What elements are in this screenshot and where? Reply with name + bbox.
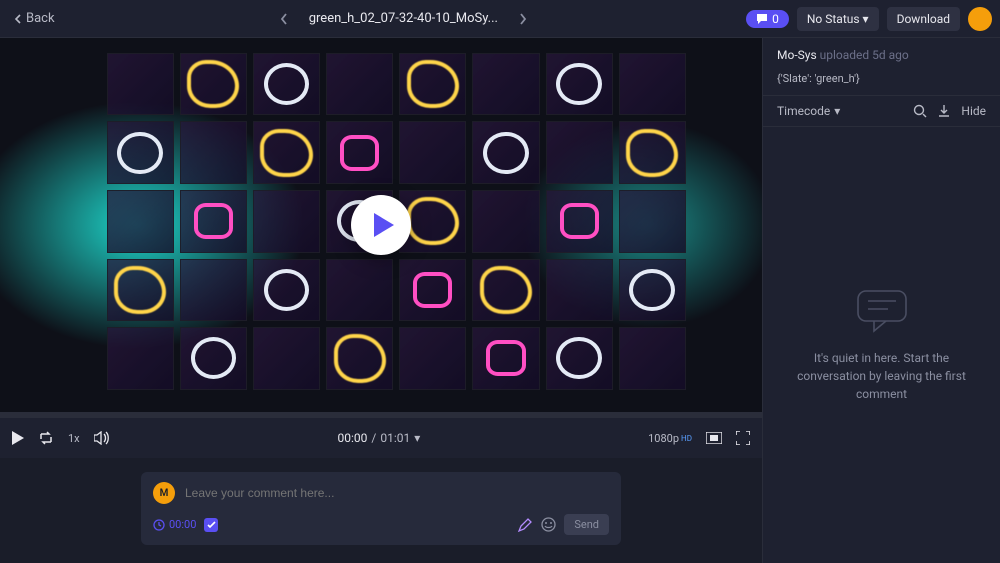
caret-down-icon: ▾ xyxy=(834,104,840,118)
comments-empty-state: It's quiet in here. Start the conversati… xyxy=(763,127,1000,563)
uploaded-ago: 5d ago xyxy=(872,48,909,62)
play-icon xyxy=(372,213,394,237)
composer-wrap: M 00:00 xyxy=(0,458,762,563)
time-separator: / xyxy=(371,431,376,445)
main: 1x 00:00 / 01:01 ▾ 1080p HD xyxy=(0,38,1000,563)
left-pane: 1x 00:00 / 01:01 ▾ 1080p HD xyxy=(0,38,762,563)
topbar: Back green_h_02_07-32-40-10_MoSy... 0 No… xyxy=(0,0,1000,38)
user-avatar[interactable] xyxy=(968,7,992,31)
comments-toolbar: Timecode ▾ Hide xyxy=(763,96,1000,127)
search-icon xyxy=(913,104,927,118)
play-overlay-button[interactable] xyxy=(351,195,411,255)
sort-dropdown[interactable]: Timecode ▾ xyxy=(777,104,840,118)
comment-input[interactable] xyxy=(185,486,609,500)
uploader-name: Mo-Sys xyxy=(777,48,817,62)
chevron-left-icon xyxy=(279,12,289,26)
composer-row-actions: 00:00 Send xyxy=(153,514,609,535)
chevron-left-icon xyxy=(14,14,22,24)
uploaded-verb-text: uploaded xyxy=(820,48,870,62)
emoji-icon xyxy=(541,517,556,532)
back-button[interactable]: Back xyxy=(8,7,61,30)
quality-label: 1080p xyxy=(648,432,679,445)
speech-bubble-icon xyxy=(854,287,910,335)
emoji-button[interactable] xyxy=(541,517,556,532)
quality-badge: HD xyxy=(681,434,692,443)
annotation-draw-button[interactable] xyxy=(517,517,533,533)
comment-count-pill[interactable]: 0 xyxy=(746,10,789,28)
slate-text: {'Slate': 'green_h'} xyxy=(777,72,986,85)
fullscreen-icon xyxy=(736,431,750,445)
comment-count: 0 xyxy=(772,12,779,26)
timecode-toggle[interactable] xyxy=(204,518,218,532)
timecode-value: 00:00 xyxy=(169,518,196,531)
clock-icon xyxy=(153,519,165,531)
status-label: No Status xyxy=(807,12,860,26)
timecode-chip[interactable]: 00:00 xyxy=(153,518,196,531)
download-icon xyxy=(937,104,951,118)
loop-icon xyxy=(38,431,54,445)
theater-icon xyxy=(706,432,722,444)
comment-composer: M 00:00 xyxy=(141,472,621,545)
right-panel: Mo-Sys uploaded 5d ago {'Slate': 'green_… xyxy=(762,38,1000,563)
player-controls: 1x 00:00 / 01:01 ▾ 1080p HD xyxy=(0,418,762,458)
time-display: 00:00 / 01:01 ▾ xyxy=(124,431,634,445)
quality-selector[interactable]: 1080p HD xyxy=(648,432,692,445)
video-viewport[interactable] xyxy=(0,38,762,412)
filename[interactable]: green_h_02_07-32-40-10_MoSy... xyxy=(309,11,498,26)
search-comments-button[interactable] xyxy=(913,104,927,118)
composer-avatar: M xyxy=(153,482,175,504)
sort-label: Timecode xyxy=(777,104,830,118)
scrubber[interactable] xyxy=(0,412,762,418)
asset-meta: Mo-Sys uploaded 5d ago {'Slate': 'green_… xyxy=(763,38,1000,96)
check-icon xyxy=(207,521,216,529)
nav-center: green_h_02_07-32-40-10_MoSy... xyxy=(69,8,739,30)
hide-panel-button[interactable]: Hide xyxy=(961,104,986,118)
download-button[interactable]: Download xyxy=(887,7,960,31)
volume-button[interactable] xyxy=(94,431,110,445)
next-asset-button[interactable] xyxy=(514,8,532,30)
time-total: 01:01 xyxy=(380,431,410,445)
time-current: 00:00 xyxy=(338,431,368,445)
play-icon xyxy=(12,431,24,445)
volume-icon xyxy=(94,431,110,445)
chevron-right-icon xyxy=(518,12,528,26)
back-label: Back xyxy=(26,11,55,26)
caret-down-icon: ▾ xyxy=(860,12,869,26)
caret-down-icon[interactable]: ▾ xyxy=(414,431,420,445)
comment-icon xyxy=(756,13,768,25)
prev-asset-button[interactable] xyxy=(275,8,293,30)
composer-row-input: M xyxy=(153,482,609,504)
send-button[interactable]: Send xyxy=(564,514,609,535)
speed-button[interactable]: 1x xyxy=(68,432,80,445)
pencil-icon xyxy=(517,517,533,533)
empty-state-text: It's quiet in here. Start the conversati… xyxy=(781,349,982,403)
topbar-right: 0 No Status ▾ Download xyxy=(746,7,992,31)
loop-button[interactable] xyxy=(38,431,54,445)
fullscreen-button[interactable] xyxy=(736,431,750,445)
play-button[interactable] xyxy=(12,431,24,445)
download-comments-button[interactable] xyxy=(937,104,951,118)
status-dropdown[interactable]: No Status ▾ xyxy=(797,7,879,31)
theater-mode-button[interactable] xyxy=(706,432,722,444)
